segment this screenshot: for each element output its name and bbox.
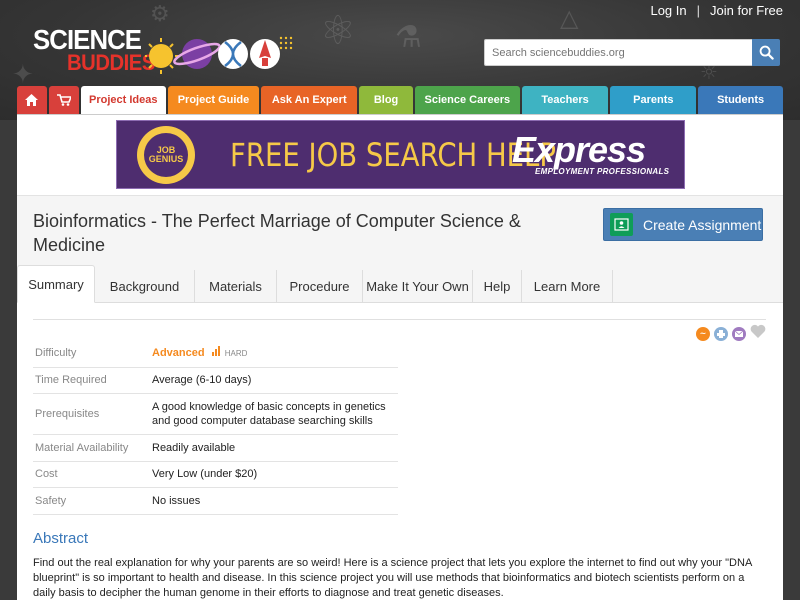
logo-science-icons	[145, 36, 293, 74]
tab-background[interactable]: Background	[95, 270, 195, 303]
search-input[interactable]	[484, 39, 752, 66]
print-icon[interactable]	[714, 326, 728, 341]
nav-project-ideas[interactable]: Project Ideas	[80, 86, 166, 114]
search-icon	[759, 45, 774, 60]
create-assignment-button[interactable]: Create Assignment	[603, 208, 763, 241]
search-button[interactable]	[752, 39, 780, 66]
material-availability-label: Material Availability	[33, 434, 152, 462]
main-content: JOB GENIUS FREE JOB SEARCH HELP Express …	[17, 114, 783, 600]
site-logo[interactable]: SCIENCE BUDDIES	[33, 24, 293, 76]
cost-value: Very Low (under $20)	[152, 461, 398, 488]
join-link[interactable]: Join for Free	[710, 3, 783, 18]
page-title: Bioinformatics - The Perfect Marriage of…	[33, 211, 521, 255]
section-divider	[33, 319, 766, 320]
prerequisites-label: Prerequisites	[33, 393, 152, 435]
favorite-heart-icon[interactable]	[750, 324, 766, 343]
ad-banner[interactable]: JOB GENIUS FREE JOB SEARCH HELP Express …	[116, 120, 685, 189]
difficulty-level: Advanced	[152, 346, 205, 359]
home-icon	[25, 94, 39, 106]
tab-learn-more[interactable]: Learn More	[522, 270, 613, 303]
project-tabs: Summary Background Materials Procedure M…	[17, 265, 783, 303]
nav-teachers[interactable]: Teachers	[521, 86, 609, 114]
tab-procedure[interactable]: Procedure	[277, 270, 363, 303]
triangle-doodle-icon: △	[560, 4, 579, 32]
banner-brand-subtitle: EMPLOYMENT PROFESSIONALS	[535, 167, 670, 176]
account-links: Log In | Join for Free	[650, 3, 783, 18]
share-tools: ~	[696, 324, 766, 343]
table-row: Time Required Average (6-10 days)	[33, 367, 398, 394]
nav-students[interactable]: Students	[698, 86, 783, 114]
table-row: Safety No issues	[33, 487, 398, 515]
email-icon[interactable]	[732, 326, 746, 341]
material-availability-value: Readily available	[152, 434, 398, 462]
cost-label: Cost	[33, 461, 152, 488]
time-label: Time Required	[33, 367, 152, 394]
nav-cart[interactable]	[48, 86, 79, 114]
tab-make-it-your-own[interactable]: Make It Your Own	[363, 270, 473, 303]
abstract-heading: Abstract	[33, 530, 89, 547]
safety-value: No issues	[152, 487, 398, 515]
banner-brand: Express	[512, 129, 646, 170]
atom-doodle-icon: ⚛	[320, 8, 356, 54]
safety-label: Safety	[33, 487, 152, 515]
nav-ask-an-expert[interactable]: Ask An Expert	[261, 86, 358, 114]
banner-slogan: FREE JOB SEARCH HELP	[230, 136, 556, 174]
prerequisites-value: A good knowledge of basic concepts in ge…	[152, 393, 398, 435]
nav-science-careers[interactable]: Science Careers	[414, 86, 520, 114]
cart-icon	[56, 94, 71, 106]
job-genius-badge: JOB GENIUS	[137, 126, 195, 184]
main-nav: Project Ideas Project Guide Ask An Exper…	[17, 86, 783, 114]
project-facts-table: Difficulty Advanced HARD Time Required A…	[33, 340, 398, 515]
tab-summary[interactable]: Summary	[17, 265, 95, 303]
abstract-text: Find out the real explanation for why yo…	[33, 557, 752, 599]
project-header: Bioinformatics - The Perfect Marriage of…	[17, 195, 783, 270]
difficulty-value: Advanced HARD	[152, 340, 398, 368]
nav-project-guide[interactable]: Project Guide	[167, 86, 260, 114]
nav-blog[interactable]: Blog	[359, 86, 413, 114]
rate-icon[interactable]: ~	[696, 326, 710, 341]
difficulty-label: Difficulty	[33, 340, 152, 368]
create-assignment-label: Create Assignment	[643, 216, 762, 233]
tab-help[interactable]: Help	[473, 270, 522, 303]
difficulty-tag: HARD	[224, 348, 248, 358]
site-search	[484, 39, 780, 66]
login-link[interactable]: Log In	[650, 3, 686, 18]
difficulty-bars-icon	[211, 345, 220, 356]
google-classroom-icon	[610, 213, 633, 236]
link-separator: |	[696, 3, 701, 18]
table-row: Prerequisites A good knowledge of basic …	[33, 393, 398, 435]
nav-home[interactable]	[17, 86, 47, 114]
table-row: Material Availability Readily available	[33, 434, 398, 462]
badge-line2: GENIUS	[148, 154, 184, 164]
flask-doodle-icon: ⚗	[395, 20, 422, 55]
logo-word-buddies: BUDDIES	[67, 50, 155, 75]
table-row: Cost Very Low (under $20)	[33, 461, 398, 488]
table-row: Difficulty Advanced HARD	[33, 340, 398, 368]
time-value: Average (6-10 days)	[152, 367, 398, 394]
tab-materials[interactable]: Materials	[195, 270, 277, 303]
nav-parents[interactable]: Parents	[610, 86, 697, 114]
